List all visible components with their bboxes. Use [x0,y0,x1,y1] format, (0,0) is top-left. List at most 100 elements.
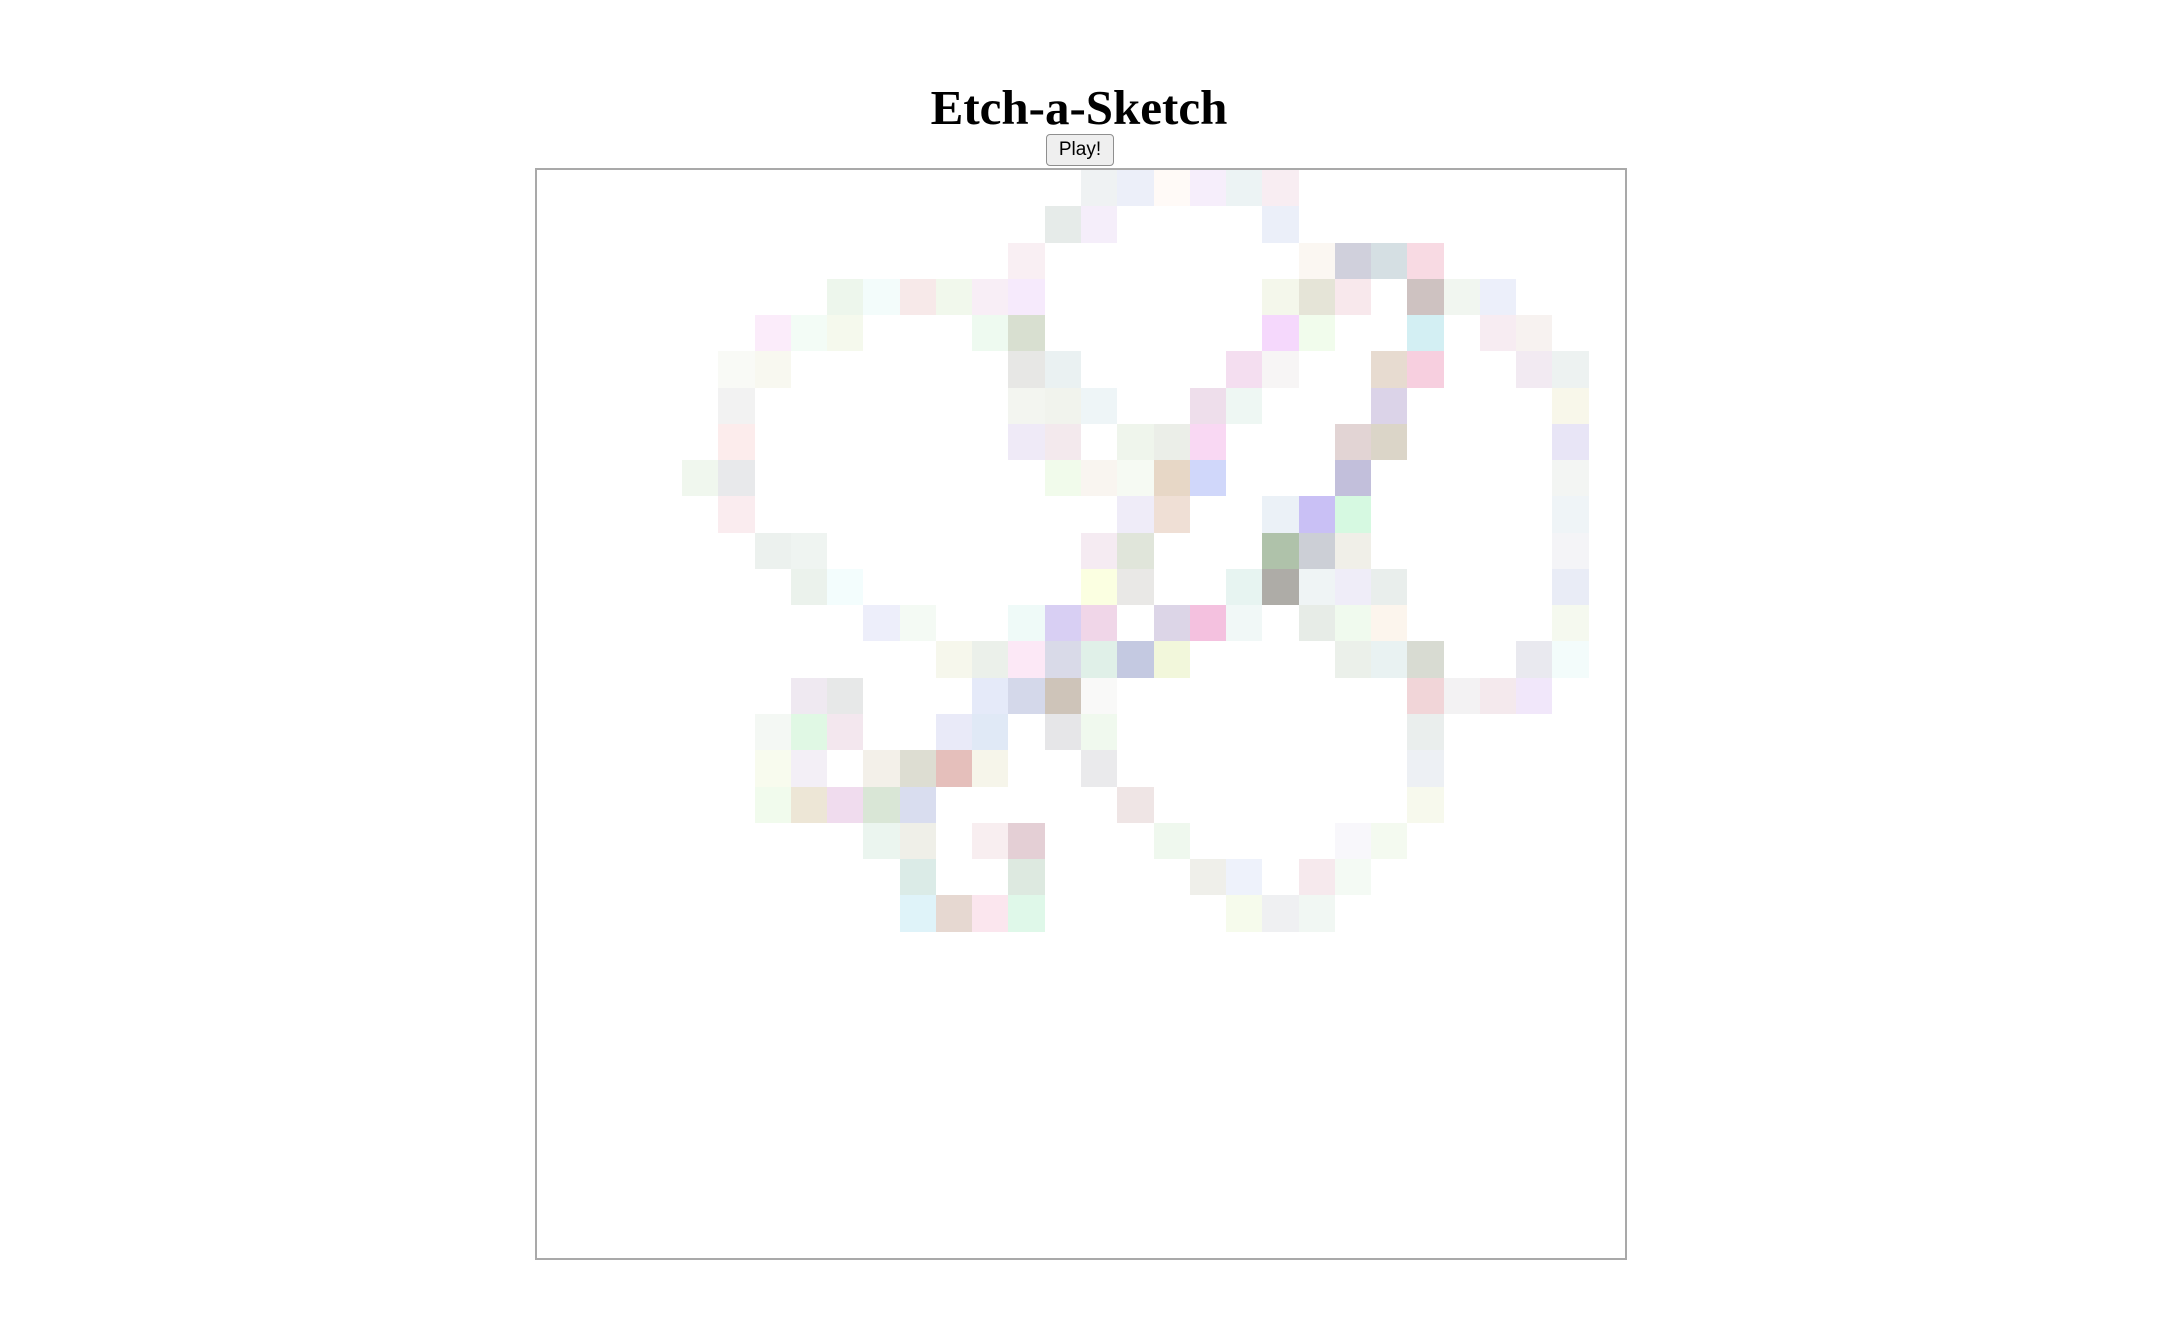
grid-cell[interactable] [1371,931,1408,968]
grid-cell[interactable] [1226,315,1263,352]
grid-cell[interactable] [1371,496,1408,533]
grid-cell[interactable] [1371,387,1408,424]
grid-cell[interactable] [645,859,683,896]
grid-cell[interactable] [1044,859,1081,896]
grid-cell[interactable] [1189,822,1227,860]
grid-cell[interactable] [1262,1112,1299,1150]
grid-cell[interactable] [972,1112,1009,1150]
grid-cell[interactable] [718,1149,755,1186]
grid-cell[interactable] [1371,786,1408,823]
grid-cell[interactable] [1153,895,1190,932]
grid-cell[interactable] [537,750,574,787]
grid-cell[interactable] [645,931,683,968]
grid-cell[interactable] [1189,351,1227,388]
grid-cell[interactable] [827,859,864,896]
grid-cell[interactable] [1298,1004,1335,1041]
grid-cell[interactable] [1008,170,1045,207]
grid-cell[interactable] [827,677,864,714]
grid-cell[interactable] [1044,568,1081,606]
grid-cell[interactable] [573,822,610,860]
grid-cell[interactable] [682,278,719,316]
grid-cell[interactable] [1334,967,1372,1005]
grid-cell[interactable] [1044,713,1081,751]
grid-cell[interactable] [1008,278,1045,316]
grid-cell[interactable] [1117,1221,1154,1258]
grid-cell[interactable] [1080,496,1118,533]
grid-cell[interactable] [863,170,900,207]
grid-cell[interactable] [1407,967,1444,1005]
grid-cell[interactable] [1552,677,1589,714]
grid-cell[interactable] [718,423,755,461]
grid-cell[interactable] [1008,859,1045,896]
grid-cell[interactable] [1371,351,1408,388]
grid-cell[interactable] [1588,242,1625,279]
sketch-grid[interactable] [535,168,1627,1260]
grid-cell[interactable] [972,713,1009,751]
grid-cell[interactable] [972,315,1009,352]
grid-cell[interactable] [1226,423,1263,461]
grid-cell[interactable] [1516,1149,1553,1186]
grid-cell[interactable] [1588,677,1625,714]
grid-cell[interactable] [1117,895,1154,932]
grid-cell[interactable] [1588,1221,1625,1258]
grid-cell[interactable] [1262,931,1299,968]
grid-cell[interactable] [899,859,936,896]
grid-cell[interactable] [718,967,755,1005]
grid-cell[interactable] [827,750,864,787]
grid-cell[interactable] [1443,1040,1480,1077]
grid-cell[interactable] [899,786,936,823]
grid-cell[interactable] [1516,1221,1553,1258]
grid-cell[interactable] [645,1149,683,1186]
grid-cell[interactable] [1262,895,1299,932]
grid-cell[interactable] [899,713,936,751]
grid-cell[interactable] [537,423,574,461]
grid-cell[interactable] [863,822,900,860]
grid-cell[interactable] [790,170,828,207]
grid-cell[interactable] [1262,822,1299,860]
grid-cell[interactable] [1044,351,1081,388]
grid-cell[interactable] [645,1112,683,1150]
grid-cell[interactable] [1516,532,1553,569]
grid-cell[interactable] [1117,859,1154,896]
grid-cell[interactable] [1371,713,1408,751]
grid-cell[interactable] [1189,931,1227,968]
grid-cell[interactable] [1334,1076,1372,1113]
grid-cell[interactable] [1262,605,1299,642]
grid-cell[interactable] [972,1040,1009,1077]
grid-cell[interactable] [754,242,791,279]
grid-cell[interactable] [935,423,973,461]
grid-cell[interactable] [1008,895,1045,932]
grid-cell[interactable] [1516,1112,1553,1150]
grid-cell[interactable] [827,278,864,316]
grid-cell[interactable] [1117,1076,1154,1113]
grid-cell[interactable] [1407,750,1444,787]
grid-cell[interactable] [1117,713,1154,751]
grid-cell[interactable] [1189,532,1227,569]
grid-cell[interactable] [1552,170,1589,207]
grid-cell[interactable] [1117,931,1154,968]
grid-cell[interactable] [790,677,828,714]
grid-cell[interactable] [718,713,755,751]
grid-cell[interactable] [645,278,683,316]
grid-cell[interactable] [972,677,1009,714]
grid-cell[interactable] [1189,750,1227,787]
grid-cell[interactable] [1189,170,1227,207]
grid-cell[interactable] [1588,460,1625,497]
grid-cell[interactable] [1552,206,1589,243]
grid-cell[interactable] [1044,1185,1081,1222]
grid-cell[interactable] [790,278,828,316]
grid-cell[interactable] [537,170,574,207]
grid-cell[interactable] [863,1040,900,1077]
grid-cell[interactable] [1153,1149,1190,1186]
grid-cell[interactable] [537,496,574,533]
grid-cell[interactable] [682,242,719,279]
grid-cell[interactable] [645,460,683,497]
grid-cell[interactable] [1226,1004,1263,1041]
grid-cell[interactable] [899,1040,936,1077]
grid-cell[interactable] [1516,1004,1553,1041]
grid-cell[interactable] [609,568,646,606]
grid-cell[interactable] [790,786,828,823]
grid-cell[interactable] [609,931,646,968]
grid-cell[interactable] [1008,460,1045,497]
grid-cell[interactable] [1371,532,1408,569]
